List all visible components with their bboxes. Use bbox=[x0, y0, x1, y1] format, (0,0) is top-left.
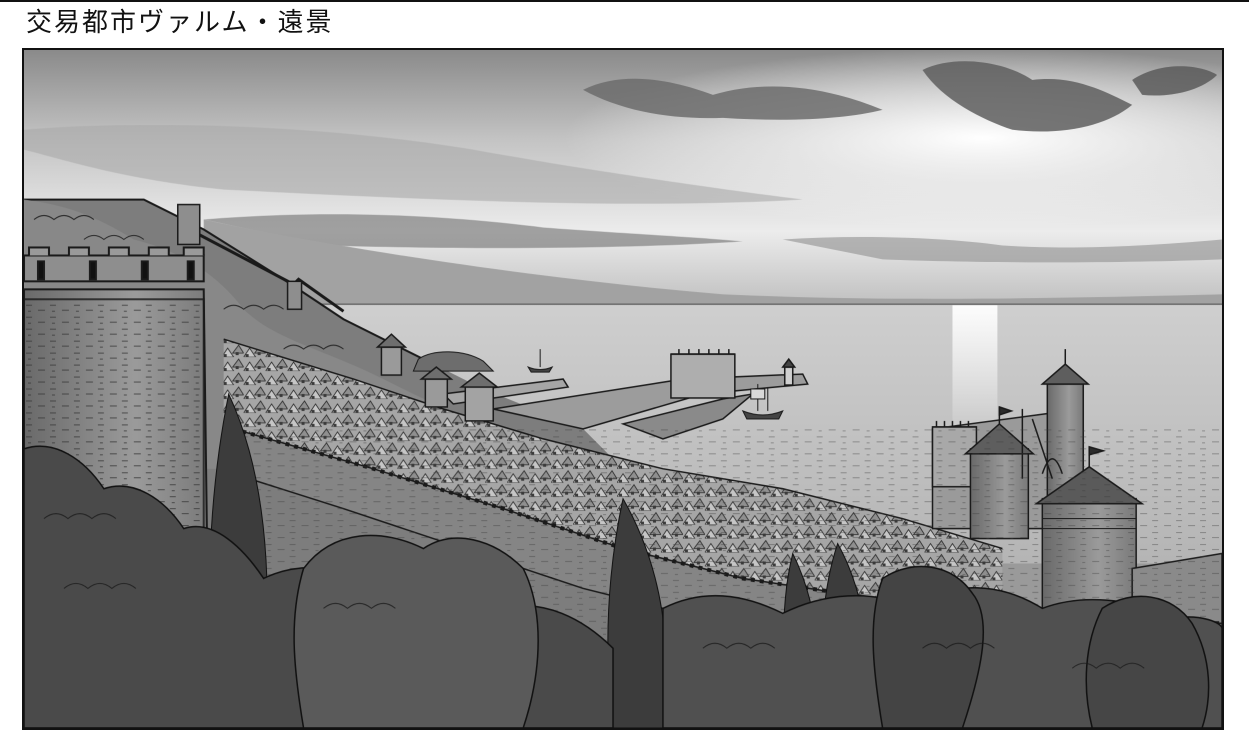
illustration-frame bbox=[22, 48, 1224, 730]
city-panorama-illustration bbox=[24, 50, 1222, 728]
page-title: 交易都市ヴァルム・遠景 bbox=[26, 8, 334, 38]
top-rule bbox=[0, 0, 1249, 2]
